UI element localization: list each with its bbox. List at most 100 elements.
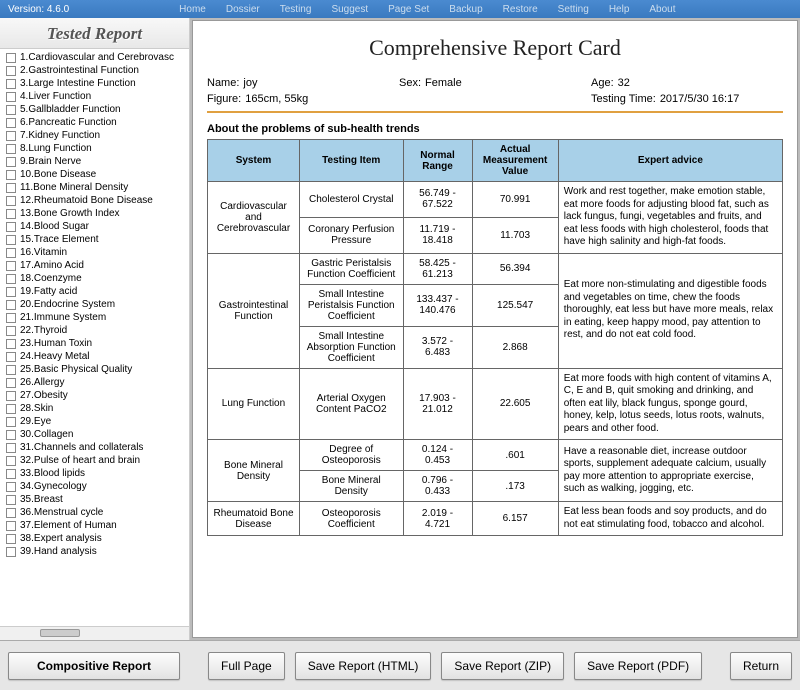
table-row: Bone Mineral DensityDegree of Osteoporos… [208,440,783,471]
sex-value: Female [425,77,462,89]
sidebar-title: Tested Report [0,18,189,49]
tree-item[interactable]: 26.Allergy [4,376,185,389]
document-icon [6,131,16,141]
tree-item[interactable]: 13.Bone Growth Index [4,207,185,220]
return-button[interactable]: Return [730,652,792,680]
tree-item[interactable]: 20.Endocrine System [4,298,185,311]
tree-item[interactable]: 18.Coenzyme [4,272,185,285]
save-pdf-button[interactable]: Save Report (PDF) [574,652,702,680]
tree-item[interactable]: 29.Eye [4,415,185,428]
document-icon [6,508,16,518]
tree-item[interactable]: 14.Blood Sugar [4,220,185,233]
tree-item[interactable]: 16.Vitamin [4,246,185,259]
tree-item[interactable]: 17.Amino Acid [4,259,185,272]
range-cell: 0.124 - 0.453 [403,440,472,471]
tree-item[interactable]: 24.Heavy Metal [4,350,185,363]
value-cell: 56.394 [472,253,558,284]
tree-item[interactable]: 36.Menstrual cycle [4,506,185,519]
column-header: System [208,140,300,182]
item-cell: Small Intestine Peristalsis Function Coe… [300,284,404,326]
horizontal-scrollbar[interactable] [0,626,189,640]
document-icon [6,287,16,297]
system-cell: Bone Mineral Density [208,440,300,502]
menu-item[interactable]: Dossier [226,4,260,15]
document-icon [6,92,16,102]
document-icon [6,326,16,336]
document-icon [6,144,16,154]
tree-item[interactable]: 32.Pulse of heart and brain [4,454,185,467]
tree-item[interactable]: 7.Kidney Function [4,129,185,142]
tree-item[interactable]: 38.Expert analysis [4,532,185,545]
figure-label: Figure: [207,93,241,105]
tree-item[interactable]: 23.Human Toxin [4,337,185,350]
column-header: Expert advice [558,140,782,182]
tree-item[interactable]: 22.Thyroid [4,324,185,337]
tree-item[interactable]: 21.Immune System [4,311,185,324]
compositive-report-button[interactable]: Compositive Report [8,652,180,680]
tree-item-label: 30.Collagen [20,429,73,440]
tree-item[interactable]: 37.Element of Human [4,519,185,532]
document-icon [6,430,16,440]
tree-item[interactable]: 9.Brain Nerve [4,155,185,168]
tree-item-label: 10.Bone Disease [20,169,96,180]
document-icon [6,469,16,479]
tree-item[interactable]: 8.Lung Function [4,142,185,155]
tree-item[interactable]: 27.Obesity [4,389,185,402]
item-cell: Coronary Perfusion Pressure [300,217,404,253]
document-icon [6,404,16,414]
menu-item[interactable]: Suggest [331,4,368,15]
tree-item-label: 3.Large Intestine Function [20,78,136,89]
menu-item[interactable]: About [649,4,675,15]
tree-item[interactable]: 39.Hand analysis [4,545,185,558]
value-cell: .601 [472,440,558,471]
save-zip-button[interactable]: Save Report (ZIP) [441,652,564,680]
tree-item[interactable]: 15.Trace Element [4,233,185,246]
tree-item[interactable]: 34.Gynecology [4,480,185,493]
menu-item[interactable]: Page Set [388,4,429,15]
tree-item-label: 37.Element of Human [20,520,117,531]
tree-item-label: 24.Heavy Metal [20,351,89,362]
tree-item[interactable]: 25.Basic Physical Quality [4,363,185,376]
tree-item[interactable]: 33.Blood lipids [4,467,185,480]
report-document: Comprehensive Report Card Name:joy Sex:F… [192,20,798,638]
tree-item[interactable]: 6.Pancreatic Function [4,116,185,129]
menu-item[interactable]: Testing [280,4,312,15]
report-tree[interactable]: 1.Cardiovascular and Cerebrovasc2.Gastro… [0,49,189,626]
value-cell: 70.991 [472,182,558,218]
menu-item[interactable]: Backup [449,4,482,15]
save-html-button[interactable]: Save Report (HTML) [295,652,432,680]
document-icon [6,534,16,544]
column-header: Normal Range [403,140,472,182]
tree-item[interactable]: 19.Fatty acid [4,285,185,298]
tree-item[interactable]: 28.Skin [4,402,185,415]
document-icon [6,456,16,466]
bottom-toolbar: Compositive Report Full Page Save Report… [0,640,800,690]
tree-item[interactable]: 11.Bone Mineral Density [4,181,185,194]
value-cell: 6.157 [472,502,558,536]
tree-item-label: 11.Bone Mineral Density [20,182,128,193]
menu-item[interactable]: Help [609,4,630,15]
full-page-button[interactable]: Full Page [208,652,285,680]
tree-item[interactable]: 35.Breast [4,493,185,506]
tree-item-label: 19.Fatty acid [20,286,77,297]
menu-item[interactable]: Home [179,4,206,15]
tree-item[interactable]: 10.Bone Disease [4,168,185,181]
menu-item[interactable]: Restore [503,4,538,15]
tree-item[interactable]: 1.Cardiovascular and Cerebrovasc [4,51,185,64]
tree-item-label: 8.Lung Function [20,143,92,154]
tree-item[interactable]: 31.Channels and collaterals [4,441,185,454]
tree-item-label: 5.Gallbladder Function [20,104,121,115]
section-title: About the problems of sub-health trends [207,123,783,135]
name-label: Name: [207,77,239,89]
tree-item-label: 16.Vitamin [20,247,67,258]
tree-item[interactable]: 5.Gallbladder Function [4,103,185,116]
tree-item[interactable]: 4.Liver Function [4,90,185,103]
document-icon [6,183,16,193]
tree-item[interactable]: 3.Large Intestine Function [4,77,185,90]
menu-item[interactable]: Setting [558,4,589,15]
tree-item[interactable]: 30.Collagen [4,428,185,441]
tree-item[interactable]: 2.Gastrointestinal Function [4,64,185,77]
tree-item[interactable]: 12.Rheumatoid Bone Disease [4,194,185,207]
tree-item-label: 12.Rheumatoid Bone Disease [20,195,153,206]
tree-item-label: 13.Bone Growth Index [20,208,120,219]
